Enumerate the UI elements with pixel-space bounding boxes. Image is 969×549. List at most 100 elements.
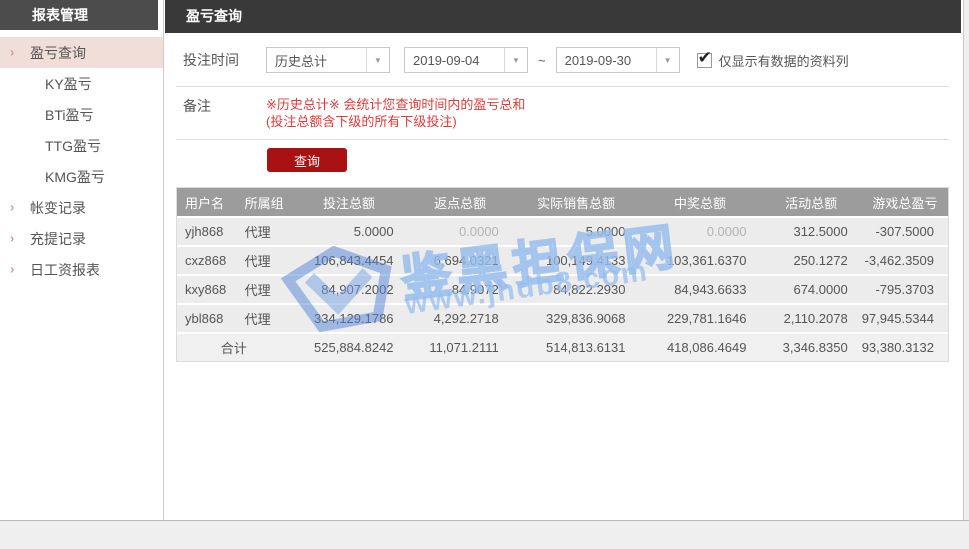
total-actual-sales: 514,813.6131 bbox=[513, 334, 640, 361]
date-from-value: 2019-09-04 bbox=[405, 48, 504, 72]
date-to-value: 2019-09-30 bbox=[557, 48, 656, 72]
sidebar-item-ttg-profit[interactable]: TTG盈亏 bbox=[0, 130, 163, 161]
cell-game-profit-total: 97,945.5344 bbox=[862, 305, 948, 332]
column-header-activity-total: 活动总额 bbox=[760, 188, 861, 216]
table-row: cxz868 代理 106,843.4454 6,694.0321 100,14… bbox=[177, 247, 948, 274]
cell-prize-total: 84,943.6633 bbox=[640, 276, 761, 303]
total-prize: 418,086.4649 bbox=[640, 334, 761, 361]
profit-loss-table: 用户名 所属组 投注总额 返点总额 实际销售总额 中奖总额 活动总额 游戏总盈亏… bbox=[176, 187, 949, 362]
cell-username: yjh868 bbox=[177, 218, 235, 245]
note-label: 备注 bbox=[183, 96, 266, 116]
sidebar-item-label: KMG盈亏 bbox=[45, 167, 105, 187]
cell-activity-total: 674.0000 bbox=[760, 276, 861, 303]
page-title: 盈亏查询 bbox=[165, 0, 961, 33]
cell-bet-total: 5.0000 bbox=[290, 218, 407, 245]
button-row: 查询 bbox=[164, 140, 963, 183]
column-header-bet-total: 投注总额 bbox=[290, 188, 407, 216]
cell-group: 代理 bbox=[235, 218, 291, 245]
dropdown-arrow-icon: ▼ bbox=[504, 48, 527, 72]
sidebar-item-label: 充提记录 bbox=[30, 229, 86, 249]
table-row: ybl868 代理 334,129.1786 4,292.2718 329,83… bbox=[177, 305, 948, 332]
column-header-rebate-total: 返点总额 bbox=[408, 188, 513, 216]
cell-actual-sales-total: 100,149.4133 bbox=[513, 247, 640, 274]
cell-bet-total: 84,907.2002 bbox=[290, 276, 407, 303]
cell-username: cxz868 bbox=[177, 247, 235, 274]
table-header-row: 用户名 所属组 投注总额 返点总额 实际销售总额 中奖总额 活动总额 游戏总盈亏 bbox=[177, 188, 948, 216]
cell-actual-sales-total: 5.0000 bbox=[513, 218, 640, 245]
date-to-select[interactable]: 2019-09-30 ▼ bbox=[556, 47, 680, 73]
range-type-value: 历史总计 bbox=[267, 48, 366, 72]
sidebar-item-label: KY盈亏 bbox=[45, 74, 92, 94]
total-activity: 3,346.8350 bbox=[760, 334, 861, 361]
table-total-row: 合计 525,884.8242 11,071.2111 514,813.6131… bbox=[177, 334, 948, 361]
cell-activity-total: 250.1272 bbox=[760, 247, 861, 274]
cell-prize-total: 229,781.1646 bbox=[640, 305, 761, 332]
cell-bet-total: 334,129.1786 bbox=[290, 305, 407, 332]
sidebar-item-label: 日工资报表 bbox=[30, 260, 100, 280]
chevron-right-icon: › bbox=[10, 230, 14, 245]
sidebar-item-bti-profit[interactable]: BTi盈亏 bbox=[0, 99, 163, 130]
column-header-prize-total: 中奖总额 bbox=[640, 188, 761, 216]
total-rebate: 11,071.2111 bbox=[408, 334, 513, 361]
table-row: yjh868 代理 5.0000 0.0000 5.0000 0.0000 31… bbox=[177, 218, 948, 245]
chevron-right-icon: › bbox=[10, 44, 14, 59]
only-data-checkbox-label: 仅显示有数据的资料列 bbox=[719, 51, 849, 70]
note-line-2: (投注总额含下级的所有下级投注) bbox=[266, 113, 525, 130]
app-window: 报表管理 › 盈亏查询 KY盈亏 BTi盈亏 TTG盈亏 KMG盈亏 › 帐变记… bbox=[0, 0, 964, 520]
cell-bet-total: 106,843.4454 bbox=[290, 247, 407, 274]
cell-game-profit-total: -307.5000 bbox=[862, 218, 948, 245]
sidebar-item-account-changes[interactable]: › 帐变记录 bbox=[0, 192, 163, 223]
sidebar-item-label: 盈亏查询 bbox=[30, 43, 86, 63]
sidebar-nav: › 盈亏查询 KY盈亏 BTi盈亏 TTG盈亏 KMG盈亏 › 帐变记录 › 充… bbox=[0, 30, 163, 285]
sidebar-item-label: 帐变记录 bbox=[30, 198, 86, 218]
column-header-group: 所属组 bbox=[235, 188, 291, 216]
sidebar: 报表管理 › 盈亏查询 KY盈亏 BTi盈亏 TTG盈亏 KMG盈亏 › 帐变记… bbox=[0, 0, 164, 520]
note-text: ※历史总计※ 会统计您查询时间内的盈亏总和 (投注总额含下级的所有下级投注) bbox=[266, 96, 525, 130]
cell-username: kxy868 bbox=[177, 276, 235, 303]
sidebar-item-ky-profit[interactable]: KY盈亏 bbox=[0, 68, 163, 99]
footer-strip bbox=[0, 520, 969, 549]
date-from-select[interactable]: 2019-09-04 ▼ bbox=[404, 47, 528, 73]
cell-group: 代理 bbox=[235, 276, 291, 303]
total-label: 合计 bbox=[177, 334, 290, 361]
cell-prize-total: 0.0000 bbox=[640, 218, 761, 245]
sidebar-item-daily-wage-report[interactable]: › 日工资报表 bbox=[0, 254, 163, 285]
bet-time-label: 投注时间 bbox=[183, 50, 266, 70]
note-line-1: ※历史总计※ 会统计您查询时间内的盈亏总和 bbox=[266, 96, 525, 113]
cell-actual-sales-total: 329,836.9068 bbox=[513, 305, 640, 332]
sidebar-item-deposit-withdraw[interactable]: › 充提记录 bbox=[0, 223, 163, 254]
column-header-actual-sales-total: 实际销售总额 bbox=[513, 188, 640, 216]
cell-prize-total: 103,361.6370 bbox=[640, 247, 761, 274]
chevron-right-icon: › bbox=[10, 199, 14, 214]
sidebar-item-label: BTi盈亏 bbox=[45, 105, 93, 125]
query-button[interactable]: 查询 bbox=[267, 148, 347, 172]
cell-username: ybl868 bbox=[177, 305, 235, 332]
sidebar-item-label: TTG盈亏 bbox=[45, 136, 101, 156]
dropdown-arrow-icon: ▼ bbox=[656, 48, 679, 72]
only-data-checkbox[interactable]: ✔ bbox=[697, 53, 712, 68]
cell-group: 代理 bbox=[235, 305, 291, 332]
note-row: 备注 ※历史总计※ 会统计您查询时间内的盈亏总和 (投注总额含下级的所有下级投注… bbox=[164, 87, 963, 139]
cell-rebate-total: 4,292.2718 bbox=[408, 305, 513, 332]
sidebar-item-profit-query[interactable]: › 盈亏查询 bbox=[0, 37, 163, 68]
total-game-profit: 93,380.3132 bbox=[862, 334, 948, 361]
cell-actual-sales-total: 84,822.2930 bbox=[513, 276, 640, 303]
cell-game-profit-total: -3,462.3509 bbox=[862, 247, 948, 274]
cell-rebate-total: 84.9072 bbox=[408, 276, 513, 303]
cell-group: 代理 bbox=[235, 247, 291, 274]
column-header-username: 用户名 bbox=[177, 188, 235, 216]
filters-row: 投注时间 历史总计 ▼ 2019-09-04 ▼ ~ 2019-09-30 ▼ … bbox=[164, 33, 963, 86]
column-header-game-profit-total: 游戏总盈亏 bbox=[862, 188, 948, 216]
cell-game-profit-total: -795.3703 bbox=[862, 276, 948, 303]
cell-rebate-total: 0.0000 bbox=[408, 218, 513, 245]
check-icon: ✔ bbox=[698, 48, 712, 68]
sidebar-title: 报表管理 bbox=[0, 0, 158, 30]
cell-activity-total: 312.5000 bbox=[760, 218, 861, 245]
chevron-right-icon: › bbox=[10, 261, 14, 276]
cell-activity-total: 2,110.2078 bbox=[760, 305, 861, 332]
total-bet: 525,884.8242 bbox=[290, 334, 407, 361]
main-content: 盈亏查询 投注时间 历史总计 ▼ 2019-09-04 ▼ ~ 2019-09-… bbox=[164, 0, 963, 520]
table-row: kxy868 代理 84,907.2002 84.9072 84,822.293… bbox=[177, 276, 948, 303]
sidebar-item-kmg-profit[interactable]: KMG盈亏 bbox=[0, 161, 163, 192]
range-type-select[interactable]: 历史总计 ▼ bbox=[266, 47, 390, 73]
